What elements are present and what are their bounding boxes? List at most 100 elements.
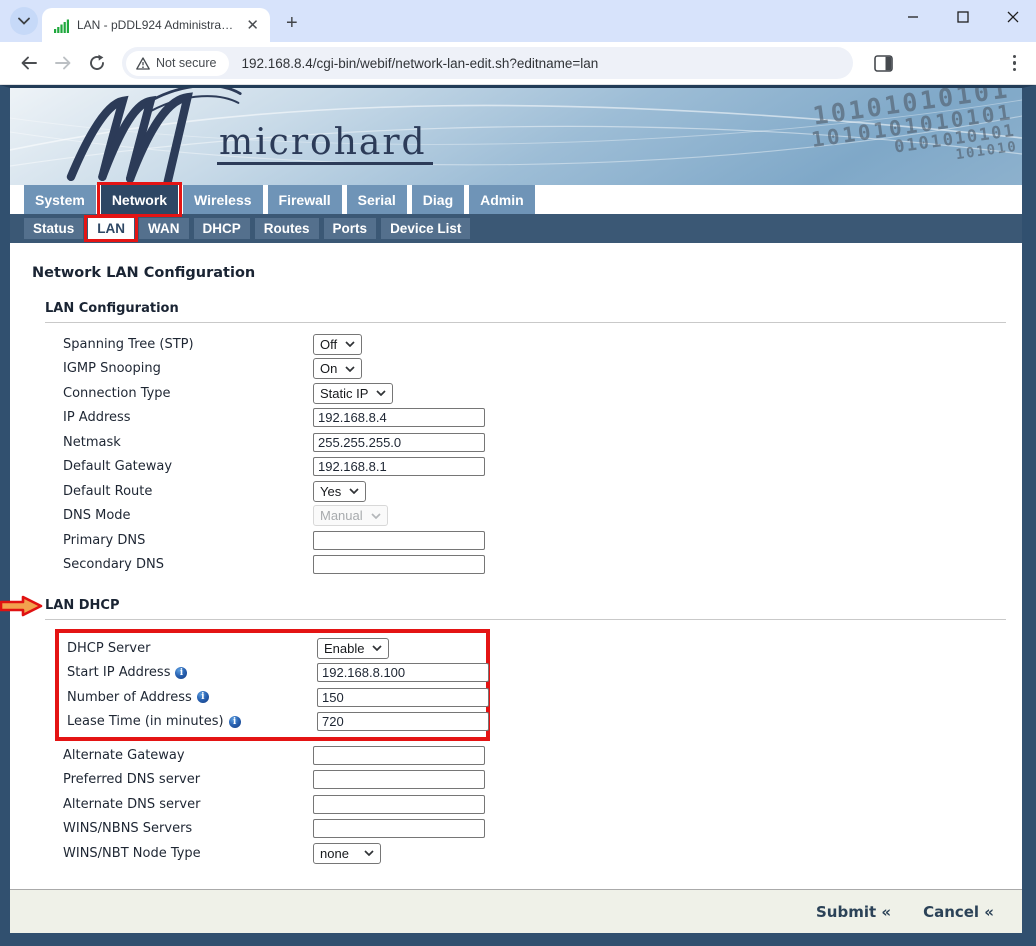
info-icon[interactable]: i [175, 667, 187, 679]
field-label-wins-nbns-servers: WINS/NBNS Servers [63, 821, 313, 836]
form-row: Default RouteYes [63, 479, 1014, 504]
chevron-down-icon [371, 513, 381, 519]
form-row: IGMP SnoopingOn [63, 357, 1014, 382]
spanning-tree-stp-select[interactable]: Off [313, 334, 362, 355]
connection-type-select[interactable]: Static IP [313, 383, 393, 404]
tab-close-icon[interactable]: ✕ [243, 16, 262, 34]
annotation-box-network [97, 182, 182, 217]
main-tab-serial[interactable]: Serial [347, 185, 407, 214]
form-row: IP Address [63, 406, 1014, 431]
form-row: Alternate DNS server [63, 792, 1014, 817]
secondary-dns-input[interactable] [313, 555, 485, 574]
sub-tab-device-list[interactable]: Device List [381, 218, 470, 239]
section-heading: LAN DHCP [45, 598, 120, 613]
sub-tab-wan[interactable]: WAN [139, 218, 189, 239]
field-label-secondary-dns: Secondary DNS [63, 557, 313, 572]
signal-bars-favicon [54, 18, 69, 33]
field-label-default-route: Default Route [63, 484, 313, 499]
reload-icon [88, 54, 106, 72]
annotation-highlight-box: DHCP ServerEnableStart IP AddressiNumber… [55, 629, 490, 741]
form-row: WINS/NBNS Servers [63, 817, 1014, 842]
tab-search-button[interactable] [10, 7, 38, 35]
footer-bar: Submit « Cancel « [10, 889, 1022, 933]
form-row: Spanning Tree (STP)Off [63, 332, 1014, 357]
form-row: Number of Addressi [67, 685, 486, 710]
security-chip[interactable]: Not secure [126, 51, 229, 76]
field-label-connection-type: Connection Type [63, 386, 313, 401]
main-tab-network[interactable]: Network [101, 185, 178, 214]
side-panel-button[interactable] [867, 46, 901, 80]
igmp-snooping-select[interactable]: On [313, 358, 362, 379]
main-tab-wireless[interactable]: Wireless [183, 185, 262, 214]
field-label-alternate-dns-server: Alternate DNS server [63, 797, 313, 812]
lease-time-in-minutes-input[interactable] [317, 712, 489, 731]
info-icon[interactable]: i [229, 716, 241, 728]
main-tab-diag[interactable]: Diag [412, 185, 464, 214]
browser-menu-button[interactable] [1005, 51, 1025, 76]
form-row: Secondary DNS [63, 553, 1014, 578]
main-tab-system[interactable]: System [24, 185, 96, 214]
submit-button[interactable]: Submit « [816, 903, 891, 921]
browser-titlebar: LAN - pDDL924 Administrative ✕ + [0, 0, 1036, 42]
reload-button[interactable] [80, 46, 114, 80]
form-row: DHCP ServerEnable [67, 636, 486, 661]
back-button[interactable] [12, 46, 46, 80]
close-button[interactable] [1006, 10, 1020, 24]
page-content: Network LAN Configuration LAN Configurat… [10, 243, 1022, 889]
chevron-down-icon [345, 366, 355, 372]
netmask-input[interactable] [313, 433, 485, 452]
start-ip-address-input[interactable] [317, 663, 489, 682]
form-row: Connection TypeStatic IP [63, 381, 1014, 406]
new-tab-button[interactable]: + [286, 13, 298, 33]
info-icon[interactable]: i [197, 691, 209, 703]
wins-nbns-servers-input[interactable] [313, 819, 485, 838]
section-divider [45, 322, 1006, 323]
wins-nbt-node-type-select[interactable]: none [313, 843, 381, 864]
sub-nav: StatusLANWANDHCPRoutesPortsDevice List [10, 214, 1022, 243]
form-row: Primary DNS [63, 528, 1014, 553]
default-gateway-input[interactable] [313, 457, 485, 476]
forward-button[interactable] [46, 46, 80, 80]
form-row: Start IP Addressi [67, 661, 486, 686]
dhcp-server-select[interactable]: Enable [317, 638, 389, 659]
window-controls [906, 10, 1020, 24]
alternate-dns-server-input[interactable] [313, 795, 485, 814]
field-label-preferred-dns-server: Preferred DNS server [63, 772, 313, 787]
minimize-button[interactable] [906, 10, 920, 24]
cancel-button[interactable]: Cancel « [923, 903, 994, 921]
chevron-down-icon [345, 341, 355, 347]
main-tab-admin[interactable]: Admin [469, 185, 535, 214]
annotation-box-lan [84, 215, 138, 242]
preferred-dns-server-input[interactable] [313, 770, 485, 789]
address-bar[interactable]: Not secure 192.168.8.4/cgi-bin/webif/net… [122, 47, 853, 79]
field-label-wins-nbt-node-type: WINS/NBT Node Type [63, 846, 313, 861]
ip-address-input[interactable] [313, 408, 485, 427]
sub-tab-ports[interactable]: Ports [324, 218, 377, 239]
section-heading: LAN Configuration [45, 301, 179, 316]
url-text: 192.168.8.4/cgi-bin/webif/network-lan-ed… [241, 56, 598, 71]
sub-tab-status[interactable]: Status [24, 218, 83, 239]
maximize-button[interactable] [956, 10, 970, 24]
default-route-select[interactable]: Yes [313, 481, 366, 502]
field-label-alternate-gateway: Alternate Gateway [63, 748, 313, 763]
sub-tab-routes[interactable]: Routes [255, 218, 319, 239]
field-label-default-gateway: Default Gateway [63, 459, 313, 474]
dns-mode-select: Manual [313, 505, 388, 526]
side-panel-icon [874, 55, 893, 72]
chevron-down-icon [372, 645, 382, 651]
field-label-dhcp-server: DHCP Server [67, 641, 317, 656]
sub-tab-dhcp[interactable]: DHCP [194, 218, 250, 239]
main-tab-firewall[interactable]: Firewall [268, 185, 342, 214]
bottom-bar [10, 933, 1022, 946]
browser-toolbar: Not secure 192.168.8.4/cgi-bin/webif/net… [0, 42, 1036, 85]
primary-dns-input[interactable] [313, 531, 485, 550]
form-row: Preferred DNS server [63, 768, 1014, 793]
forward-icon [54, 55, 72, 71]
microhard-logo: microhard [58, 88, 433, 182]
chevron-down-icon [349, 488, 359, 494]
field-label-lease-time-in-minutes: Lease Time (in minutes)i [67, 714, 317, 729]
alternate-gateway-input[interactable] [313, 746, 485, 765]
number-of-address-input[interactable] [317, 688, 489, 707]
browser-tab[interactable]: LAN - pDDL924 Administrative ✕ [42, 8, 270, 42]
sub-tab-lan[interactable]: LAN [88, 218, 134, 239]
